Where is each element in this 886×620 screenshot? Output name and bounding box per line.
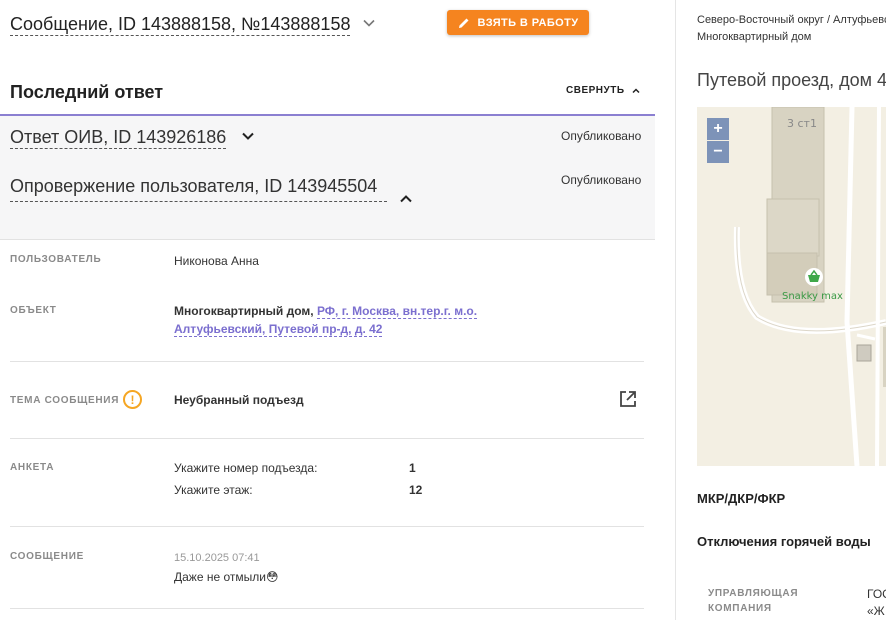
zoom-out-icon[interactable]: − bbox=[707, 141, 729, 163]
management-value: ГОС «Ж bbox=[867, 586, 886, 620]
page-title[interactable]: Сообщение, ID 143888158, №143888158 bbox=[10, 13, 351, 36]
chevron-down-icon[interactable] bbox=[362, 16, 376, 30]
answer-oiv-status: Опубликовано bbox=[561, 129, 642, 143]
chevron-down-icon[interactable] bbox=[241, 129, 255, 143]
answer-refutation-status: Опубликовано bbox=[561, 173, 642, 187]
collapse-label: СВЕРНУТЬ bbox=[566, 85, 625, 96]
zoom-in-icon[interactable]: + bbox=[707, 118, 729, 140]
breadcrumb-object-type: Многоквартирный дом bbox=[697, 31, 812, 43]
object-value: Многоквартирный дом, РФ, г. Москва, вн.т… bbox=[174, 302, 494, 338]
pencil-icon bbox=[458, 18, 469, 28]
survey-label: АНКЕТА bbox=[10, 462, 55, 473]
mkr-section[interactable]: МКР/ДКР/ФКР bbox=[697, 491, 785, 506]
breadcrumb-district: Северо-Восточный округ / Алтуфьевский bbox=[697, 14, 886, 26]
topic-label: ТЕМА СООБЩЕНИЯ bbox=[10, 395, 120, 406]
map-building-label: 3 ст1 bbox=[787, 117, 817, 130]
user-label: ПОЛЬЗОВАТЕЛЬ bbox=[10, 254, 102, 265]
survey-question: Укажите этаж: bbox=[174, 483, 253, 497]
breadcrumb: Северо-Восточный округ / Алтуфьевский Мн… bbox=[697, 12, 886, 46]
take-to-work-button[interactable]: ВЗЯТЬ В РАБОТУ bbox=[447, 10, 589, 35]
survey-answer: 1 bbox=[409, 461, 416, 475]
management-value-line1: ГОС bbox=[867, 587, 886, 601]
management-label: УПРАВЛЯЮЩАЯ КОМПАНИЯ bbox=[708, 586, 798, 616]
message-date: 15.10.2025 07:41 bbox=[174, 552, 260, 564]
message-text: Даже не отмыли😳 bbox=[174, 570, 279, 584]
management-label-line2: КОМПАНИЯ bbox=[708, 603, 772, 614]
management-label-line1: УПРАВЛЯЮЩАЯ bbox=[708, 588, 799, 599]
row-divider bbox=[10, 438, 644, 439]
column-divider bbox=[675, 0, 676, 620]
topic-value: Неубранный подъезд bbox=[174, 393, 304, 407]
user-value: Никонова Анна bbox=[174, 254, 259, 268]
row-divider bbox=[10, 608, 644, 609]
answer-oiv-title[interactable]: Ответ ОИВ, ID 143926186 bbox=[10, 126, 227, 149]
message-label: СООБЩЕНИЕ bbox=[10, 551, 84, 562]
map-poi-label[interactable]: Snakky max bbox=[782, 291, 843, 302]
management-value-line2: «Ж bbox=[867, 604, 885, 618]
survey-question: Укажите номер подъезда: bbox=[174, 461, 318, 475]
answer-refutation-title[interactable]: Опровержение пользователя, ID 143945504 bbox=[10, 172, 387, 202]
external-link-icon[interactable] bbox=[618, 389, 638, 409]
take-to-work-label: ВЗЯТЬ В РАБОТУ bbox=[477, 16, 579, 29]
chevron-up-icon[interactable] bbox=[399, 192, 413, 206]
object-address-title: Путевой проезд, дом 42 bbox=[697, 70, 886, 90]
chevron-up-icon bbox=[632, 87, 640, 93]
row-divider bbox=[10, 526, 644, 527]
row-divider bbox=[10, 361, 644, 362]
survey-answer: 12 bbox=[409, 483, 423, 497]
object-label: ОБЪЕКТ bbox=[10, 305, 57, 316]
object-type: Многоквартирный дом, bbox=[174, 304, 317, 318]
last-answer-heading: Последний ответ bbox=[10, 82, 164, 102]
warning-icon: ! bbox=[123, 390, 142, 409]
hot-water-section[interactable]: Отключения горячей воды bbox=[697, 534, 871, 549]
collapse-button[interactable]: СВЕРНУТЬ bbox=[566, 85, 641, 96]
